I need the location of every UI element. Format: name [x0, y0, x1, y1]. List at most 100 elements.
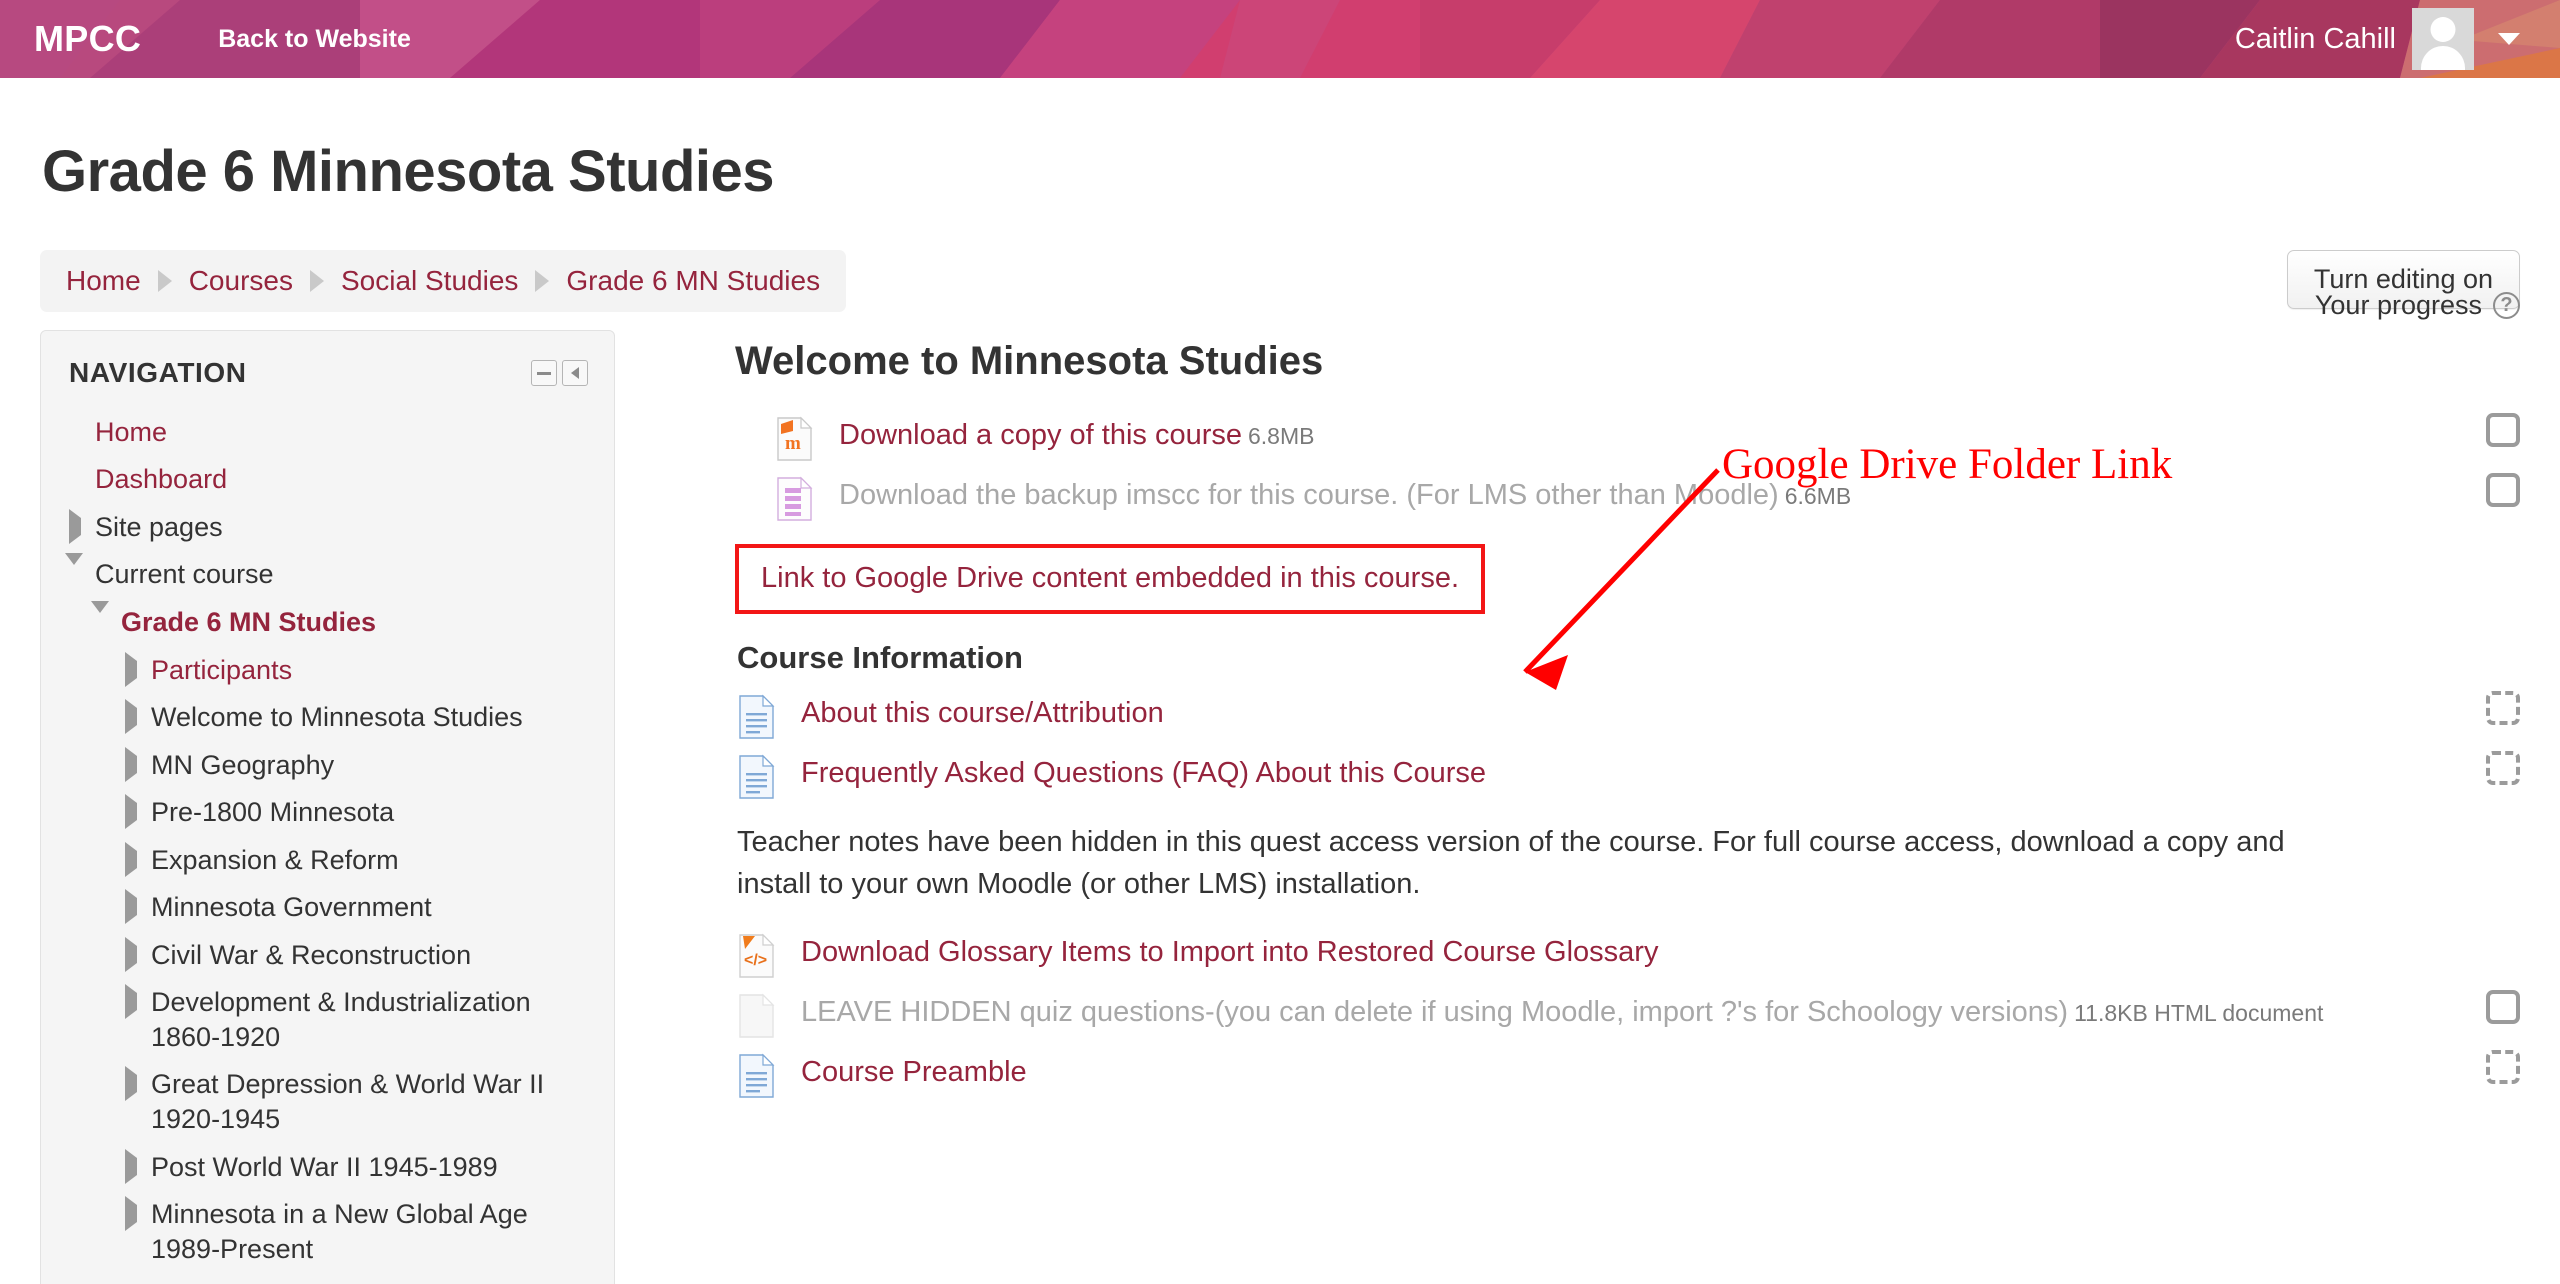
nav-tree-item[interactable]: Welcome to Minnesota Studies	[121, 699, 604, 735]
chevron-right-icon[interactable]	[125, 936, 137, 972]
nav-tree-item-label[interactable]: Welcome to Minnesota Studies	[151, 700, 523, 735]
chevron-right-icon[interactable]	[69, 508, 81, 544]
top-navbar: MPCC Back to Website Caitlin Cahill	[0, 0, 2560, 78]
nav-tree-item[interactable]: Grade 6 MN Studies	[91, 600, 604, 640]
nav-tree-item-label[interactable]: Development & Industrialization 1860-192…	[151, 985, 604, 1054]
back-to-website-link[interactable]: Back to Website	[218, 26, 411, 52]
navigation-block-title: NAVIGATION	[69, 356, 247, 388]
chevron-down-icon[interactable]	[91, 600, 109, 630]
activity-row[interactable]: m Download a copy of this course 6.8MB	[735, 410, 2560, 470]
nav-tree-item[interactable]: Post World War II 1945-1989	[121, 1148, 604, 1185]
collapse-icon[interactable]	[531, 359, 557, 386]
activity-link[interactable]: Download the backup imscc for this cours…	[839, 479, 1779, 511]
activity-link[interactable]: LEAVE HIDDEN quiz questions-(you can del…	[801, 996, 2068, 1028]
activity-link[interactable]: Download a copy of this course	[839, 419, 1242, 451]
chevron-right-icon[interactable]	[125, 841, 137, 877]
completion-checkbox[interactable]	[2486, 412, 2520, 447]
nav-tree-item[interactable]: Dashboard	[65, 462, 604, 497]
chevron-right-icon[interactable]	[125, 651, 137, 687]
question-circle-icon[interactable]: ?	[2493, 291, 2520, 319]
nav-toggle[interactable]	[121, 794, 151, 830]
activity-row[interactable]: Course Preamble	[735, 1047, 2560, 1107]
nav-tree-item-label[interactable]: Civil War & Reconstruction	[151, 938, 471, 973]
activity-row[interactable]: Frequently Asked Questions (FAQ) About t…	[735, 748, 2560, 808]
chevron-right-icon[interactable]	[125, 699, 137, 735]
chevron-right-icon[interactable]	[125, 1196, 137, 1232]
nav-tree-item-label[interactable]: Dashboard	[95, 462, 227, 497]
nav-tree-item[interactable]: Home	[65, 415, 604, 450]
nav-tree-item-label[interactable]: Post World War II 1945-1989	[151, 1150, 498, 1185]
nav-toggle[interactable]	[121, 699, 151, 735]
completion-checkbox[interactable]	[2486, 472, 2520, 507]
nav-toggle[interactable]	[121, 1196, 151, 1232]
chevron-right-icon[interactable]	[125, 1066, 137, 1102]
activity-link[interactable]: About this course/Attribution	[801, 697, 1164, 729]
nav-toggle[interactable]	[91, 600, 121, 632]
nav-tree-item-label[interactable]: Pre-1800 Minnesota	[151, 795, 394, 830]
nav-tree-item[interactable]: Minnesota in a New Global Age 1989-Prese…	[121, 1196, 604, 1266]
activity-body: About this course/Attribution	[801, 691, 2560, 733]
progress-label: Your progress	[2314, 289, 2482, 320]
breadcrumb-item-social-studies[interactable]: Social Studies	[341, 265, 518, 297]
dock-icon[interactable]	[562, 359, 588, 386]
nav-tree-item-label[interactable]: Site pages	[95, 510, 223, 545]
avatar-head	[2430, 17, 2456, 42]
activity-row[interactable]: </> Download Glossary Items to Import int…	[735, 927, 2560, 987]
nav-tree-item[interactable]: Site pages	[65, 508, 604, 545]
breadcrumb-item-courses[interactable]: Courses	[189, 265, 293, 297]
chevron-right-icon[interactable]	[125, 1148, 137, 1184]
archive-icon	[777, 476, 813, 521]
activity-row[interactable]: LEAVE HIDDEN quiz questions-(you can del…	[735, 987, 2560, 1047]
nav-tree-item[interactable]: Participants	[121, 651, 604, 688]
completion-checkbox[interactable]	[2486, 989, 2520, 1024]
teacher-notes-paragraph: Teacher notes have been hidden in this q…	[737, 826, 2285, 900]
nav-tree-item-label[interactable]: Participants	[151, 653, 292, 688]
user-avatar-icon[interactable]	[2412, 8, 2474, 70]
chevron-down-icon[interactable]	[2498, 33, 2520, 45]
nav-tree-item[interactable]: Civil War & Reconstruction	[121, 936, 604, 973]
nav-toggle[interactable]	[121, 936, 151, 972]
nav-tree-item[interactable]: Current course	[65, 553, 604, 592]
nav-tree-item[interactable]: Expansion & Reform	[121, 841, 604, 878]
activity-body: Download Glossary Items to Import into R…	[801, 930, 2560, 972]
nav-tree-item[interactable]: Minnesota Government	[121, 889, 604, 925]
nav-toggle[interactable]	[65, 508, 95, 544]
activity-link[interactable]: Course Preamble	[801, 1056, 1027, 1088]
nav-tree-item-label[interactable]: Current course	[95, 557, 274, 592]
user-menu[interactable]: Caitlin Cahill	[2235, 0, 2520, 78]
nav-toggle[interactable]	[121, 746, 151, 782]
activity-row[interactable]: About this course/Attribution	[735, 688, 2560, 748]
avatar-body	[2421, 46, 2465, 70]
activity-row[interactable]: Download the backup imscc for this cours…	[735, 470, 2560, 530]
nav-tree-item-label[interactable]: Minnesota Government	[151, 890, 432, 925]
nav-tree-item[interactable]: Pre-1800 Minnesota	[121, 794, 604, 830]
chevron-right-icon[interactable]	[125, 984, 137, 1020]
nav-toggle[interactable]	[121, 841, 151, 877]
nav-toggle[interactable]	[65, 553, 95, 584]
chevron-right-icon[interactable]	[125, 794, 137, 830]
nav-tree-item-label[interactable]: MN Geography	[151, 748, 334, 783]
nav-tree-item-label[interactable]: Grade 6 MN Studies	[121, 605, 376, 640]
nav-toggle[interactable]	[121, 651, 151, 687]
nav-tree-item-label[interactable]: Great Depression & World War II 1920-194…	[151, 1067, 604, 1136]
site-brand[interactable]: MPCC	[34, 21, 141, 57]
chevron-right-icon[interactable]	[125, 746, 137, 782]
nav-toggle[interactable]	[121, 984, 151, 1020]
activity-link[interactable]: Download Glossary Items to Import into R…	[801, 936, 1658, 968]
course-information-heading: Course Information	[737, 640, 1023, 676]
activity-link[interactable]: Frequently Asked Questions (FAQ) About t…	[801, 757, 1486, 789]
chevron-right-icon[interactable]	[125, 889, 137, 925]
nav-tree-item-label[interactable]: Minnesota in a New Global Age 1989-Prese…	[151, 1197, 604, 1266]
nav-toggle[interactable]	[121, 1148, 151, 1184]
breadcrumb-item-home[interactable]: Home	[66, 265, 141, 297]
nav-tree-item[interactable]: Great Depression & World War II 1920-194…	[121, 1066, 604, 1136]
nav-tree-item[interactable]: MN Geography	[121, 746, 604, 783]
nav-tree-item[interactable]: Development & Industrialization 1860-192…	[121, 984, 604, 1054]
nav-toggle[interactable]	[121, 1066, 151, 1102]
nav-tree-item-label[interactable]: Expansion & Reform	[151, 843, 399, 878]
google-drive-folder-link[interactable]: Link to Google Drive content embedded in…	[761, 562, 1459, 594]
activity-list-course-info: About this course/Attribution Frequently …	[735, 688, 2560, 808]
chevron-down-icon[interactable]	[65, 553, 83, 583]
nav-toggle[interactable]	[121, 889, 151, 925]
nav-tree-item-label[interactable]: Home	[95, 415, 167, 450]
